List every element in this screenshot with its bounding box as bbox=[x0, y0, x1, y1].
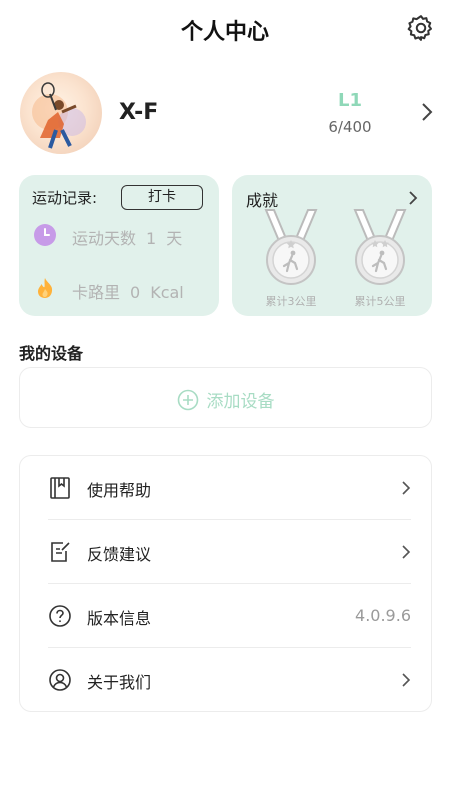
days-value: 1 bbox=[146, 229, 157, 248]
chevron-right-icon[interactable] bbox=[420, 102, 434, 122]
username: X-F bbox=[119, 100, 159, 125]
header: 个人中心 bbox=[0, 0, 450, 60]
menu-item-version[interactable]: 版本信息 4.0.9.6 bbox=[20, 584, 433, 647]
menu-label: 反馈建议 bbox=[87, 545, 152, 564]
chevron-right-icon bbox=[402, 673, 411, 687]
chevron-right-icon bbox=[402, 545, 411, 559]
menu-item-feedback[interactable]: 反馈建议 bbox=[20, 520, 433, 583]
edit-note-icon bbox=[51, 542, 70, 562]
devices-section-title: 我的设备 bbox=[19, 344, 84, 363]
chevron-right-icon[interactable] bbox=[408, 190, 418, 206]
menu-label: 版本信息 bbox=[87, 609, 152, 628]
settings-menu: 使用帮助 反馈建议 版本信息 4.0.9.6 关于我们 bbox=[19, 455, 432, 712]
days-label: 运动天数 bbox=[72, 229, 137, 248]
page-title: 个人中心 bbox=[180, 20, 269, 45]
flame-icon bbox=[38, 278, 53, 298]
cal-unit: Kcal bbox=[150, 283, 184, 302]
cal-value: 0 bbox=[130, 283, 141, 302]
checkin-button[interactable]: 打卡 bbox=[121, 185, 203, 210]
menu-label: 关于我们 bbox=[87, 673, 152, 692]
chevron-right-icon bbox=[402, 481, 411, 495]
add-device-label: 添加设备 bbox=[206, 392, 275, 412]
exercise-record-card: 运动记录: 打卡 运动天数 1 天 卡路里 0 Kcal bbox=[19, 175, 219, 316]
avatar[interactable] bbox=[20, 72, 102, 154]
menu-item-about[interactable]: 关于我们 bbox=[20, 648, 433, 711]
add-device-button[interactable]: 添加设备 bbox=[19, 367, 432, 428]
add-device-content: 添加设备 bbox=[20, 387, 431, 412]
exercise-days-stat: 运动天数 1 天 bbox=[72, 225, 192, 249]
menu-label: 使用帮助 bbox=[87, 481, 152, 500]
medal-label: 累计3公里 bbox=[265, 295, 317, 308]
profile-row[interactable]: X-F L1 6/400 bbox=[0, 68, 450, 160]
user-circle-icon bbox=[49, 669, 71, 691]
medal-icon bbox=[264, 209, 318, 285]
record-label: 运动记录: bbox=[32, 189, 98, 207]
level-badge: L1 bbox=[338, 90, 362, 111]
exp-progress: 6/400 bbox=[328, 118, 372, 136]
days-unit: 天 bbox=[166, 229, 183, 248]
version-value: 4.0.9.6 bbox=[355, 606, 411, 625]
plus-circle-icon bbox=[177, 389, 198, 411]
achievements-card[interactable]: 成就 累计3公里 累计5公里 bbox=[232, 175, 432, 316]
medal-icon bbox=[353, 209, 407, 285]
menu-item-help[interactable]: 使用帮助 bbox=[20, 456, 433, 519]
cal-label: 卡路里 bbox=[72, 283, 121, 302]
book-icon bbox=[50, 477, 70, 499]
medal-label: 累计5公里 bbox=[354, 295, 406, 308]
calories-stat: 卡路里 0 Kcal bbox=[72, 279, 194, 303]
clock-icon bbox=[34, 224, 56, 246]
gear-icon[interactable] bbox=[406, 13, 436, 43]
question-icon bbox=[49, 605, 71, 627]
